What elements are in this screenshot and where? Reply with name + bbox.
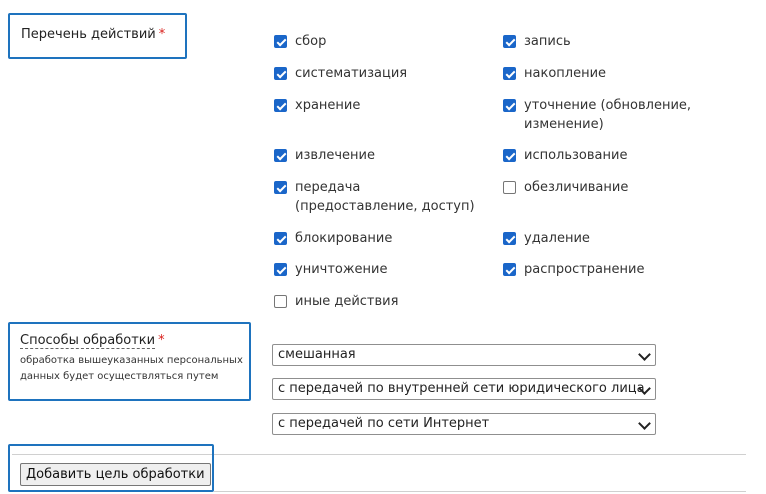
actions-label: Перечень действий * xyxy=(21,27,165,42)
checkbox-label: сбор xyxy=(295,34,327,49)
checkbox-checked-icon[interactable] xyxy=(503,99,516,112)
checkbox-anonymize[interactable]: обезличивание xyxy=(503,178,628,197)
select-value: с передачей по сети Интернет xyxy=(278,416,490,431)
checkbox-checked-icon[interactable] xyxy=(503,35,516,48)
methods-label-text: Способы обработки xyxy=(20,333,156,349)
checkbox-label: удаление xyxy=(524,231,590,246)
checkbox-checked-icon[interactable] xyxy=(274,35,287,48)
actions-label-text: Перечень действий xyxy=(21,27,156,42)
checkbox-collect[interactable]: сбор xyxy=(274,32,326,51)
checkbox-label: хранение xyxy=(295,98,361,113)
checkbox-use[interactable]: использование xyxy=(503,146,627,165)
method-select-internet[interactable]: с передачей по сети Интернет xyxy=(272,413,656,435)
checkbox-checked-icon[interactable] xyxy=(503,67,516,80)
checkbox-label: обезличивание xyxy=(524,180,629,195)
required-mark: * xyxy=(158,333,165,348)
checkbox-label: запись xyxy=(524,34,571,49)
checkbox-unchecked-icon[interactable] xyxy=(503,181,516,194)
methods-hint: обработка вышеуказанных персональных дан… xyxy=(20,355,243,382)
checkbox-checked-icon[interactable] xyxy=(274,181,287,194)
select-value: с передачей по внутренней сети юридическ… xyxy=(278,381,645,396)
chevron-down-icon xyxy=(638,348,651,361)
checkbox-checked-icon[interactable] xyxy=(503,263,516,276)
checkbox-delete[interactable]: удаление xyxy=(503,229,590,248)
method-select-mixed[interactable]: смешанная xyxy=(272,344,656,366)
checkbox-label: уничтожение xyxy=(295,262,388,277)
checkbox-unchecked-icon[interactable] xyxy=(274,295,287,308)
checkbox-label: накопление xyxy=(524,66,607,81)
checkbox-other-actions[interactable]: иные действия xyxy=(274,292,398,311)
checkbox-checked-icon[interactable] xyxy=(274,67,287,80)
checkbox-checked-icon[interactable] xyxy=(274,149,287,162)
add-purpose-button[interactable]: Добавить цель обработки xyxy=(20,463,211,486)
checkbox-checked-icon[interactable] xyxy=(503,149,516,162)
checkbox-checked-icon[interactable] xyxy=(274,263,287,276)
methods-label: Способы обработки * xyxy=(20,333,165,349)
checkbox-checked-icon[interactable] xyxy=(503,232,516,245)
processing-purpose-form: Перечень действий * сбор систематизация х… xyxy=(0,0,766,494)
checkbox-label: блокирование xyxy=(295,231,393,246)
checkbox-label: извлечение xyxy=(295,148,375,163)
checkbox-update[interactable]: уточнение (обновление, изменение) xyxy=(503,96,703,134)
method-select-internal-network[interactable]: с передачей по внутренней сети юридическ… xyxy=(272,378,656,400)
checkbox-systematize[interactable]: систематизация xyxy=(274,64,407,83)
checkbox-destroy[interactable]: уничтожение xyxy=(274,260,388,279)
checkbox-checked-icon[interactable] xyxy=(274,99,287,112)
checkbox-accumulate[interactable]: накопление xyxy=(503,64,606,83)
checkbox-extract[interactable]: извлечение xyxy=(274,146,375,165)
divider xyxy=(214,491,746,492)
checkbox-label: распространение xyxy=(524,262,645,277)
checkbox-store[interactable]: хранение xyxy=(274,96,360,115)
checkbox-label: использование xyxy=(524,148,628,163)
checkbox-checked-icon[interactable] xyxy=(274,232,287,245)
checkbox-label: систематизация xyxy=(295,66,408,81)
chevron-down-icon xyxy=(638,417,651,430)
checkbox-label: уточнение (обновление, изменение) xyxy=(524,98,692,132)
checkbox-block[interactable]: блокирование xyxy=(274,229,392,248)
checkbox-record[interactable]: запись xyxy=(503,32,571,51)
select-value: смешанная xyxy=(278,347,356,362)
required-mark: * xyxy=(158,27,166,42)
checkbox-distribute[interactable]: распространение xyxy=(503,260,644,279)
checkbox-label: иные действия xyxy=(295,294,399,309)
checkbox-label: передача (предоставление, доступ) xyxy=(295,180,475,214)
checkbox-transfer[interactable]: передача (предоставление, доступ) xyxy=(274,178,484,216)
